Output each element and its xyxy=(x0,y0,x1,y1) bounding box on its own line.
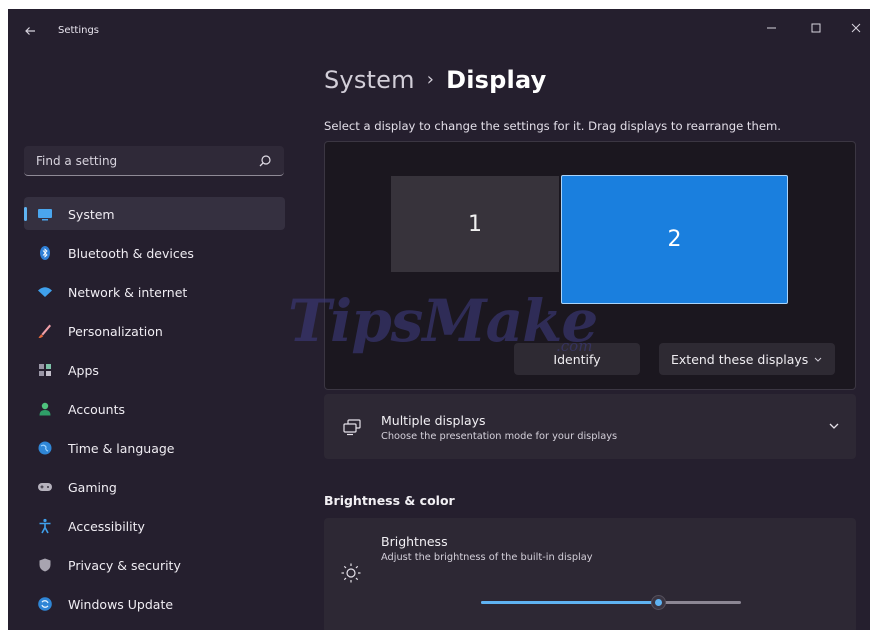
multiple-displays-icon xyxy=(343,419,361,436)
chevron-down-icon[interactable] xyxy=(828,422,840,430)
sidebar-item-label: Gaming xyxy=(68,480,117,495)
section-heading: Brightness & color xyxy=(324,493,455,508)
sidebar-item-label: Bluetooth & devices xyxy=(68,246,194,261)
identify-button[interactable]: Identify xyxy=(514,343,640,375)
chevron-down-icon xyxy=(814,357,822,362)
maximize-icon xyxy=(811,23,821,33)
bluetooth-icon xyxy=(40,246,50,260)
sidebar-item-accounts[interactable]: Accounts xyxy=(24,392,285,425)
brightness-slider[interactable] xyxy=(481,592,741,612)
monitor-2[interactable]: 2 xyxy=(561,175,788,304)
sidebar-item-label: Accounts xyxy=(68,402,125,417)
accessibility-icon xyxy=(39,518,51,534)
accounts-icon xyxy=(39,402,51,416)
sun-icon xyxy=(341,563,361,583)
dropdown-value: Extend these displays xyxy=(671,352,809,367)
selection-indicator xyxy=(24,207,27,221)
page-description: Select a display to change the settings … xyxy=(324,119,781,133)
maximize-button[interactable] xyxy=(804,17,828,39)
sidebar-item-accessibility[interactable]: Accessibility xyxy=(24,509,285,542)
sidebar-item-label: Apps xyxy=(68,363,99,378)
close-button[interactable] xyxy=(844,17,868,39)
back-arrow-icon xyxy=(25,27,35,35)
sidebar-item-bluetooth[interactable]: Bluetooth & devices xyxy=(24,236,285,269)
close-icon xyxy=(851,23,861,33)
sidebar-item-label: System xyxy=(68,207,115,222)
breadcrumb-separator: › xyxy=(426,69,435,90)
gamepad-icon xyxy=(38,483,52,491)
update-icon xyxy=(38,597,52,611)
multiple-displays-card[interactable]: Multiple displays Choose the presentatio… xyxy=(324,394,856,459)
shield-icon xyxy=(39,558,51,572)
sidebar-item-apps[interactable]: Apps xyxy=(24,353,285,386)
slider-thumb-dot xyxy=(654,599,662,606)
search-box[interactable]: Find a setting xyxy=(24,146,284,176)
sidebar-item-label: Time & language xyxy=(68,441,175,456)
sidebar-item-gaming[interactable]: Gaming xyxy=(24,470,285,503)
monitor-1[interactable]: 1 xyxy=(391,176,559,272)
minimize-button[interactable] xyxy=(760,17,784,39)
globe-clock-icon xyxy=(38,441,52,455)
apps-icon xyxy=(39,364,51,376)
brightness-subtitle: Adjust the brightness of the built-in di… xyxy=(381,552,593,563)
brightness-title: Brightness xyxy=(381,534,448,549)
settings-window: Settings Find a setting System Bluetooth… xyxy=(8,9,870,630)
back-button[interactable] xyxy=(22,23,38,39)
minimize-icon xyxy=(767,27,776,29)
sidebar-item-system[interactable]: System xyxy=(24,197,285,230)
wifi-icon xyxy=(38,287,52,297)
display-mode-dropdown[interactable]: Extend these displays xyxy=(659,343,835,375)
brightness-card: Brightness Adjust the brightness of the … xyxy=(324,518,856,630)
sidebar-item-network[interactable]: Network & internet xyxy=(24,275,285,308)
brush-icon xyxy=(38,324,51,339)
slider-fill xyxy=(481,601,658,604)
sidebar-item-privacy-security[interactable]: Privacy & security xyxy=(24,548,285,581)
monitor-label: 1 xyxy=(468,211,482,237)
display-arrangement-panel: 1 2 Identify Extend these displays xyxy=(324,141,856,390)
card-subtitle: Choose the presentation mode for your di… xyxy=(381,431,618,442)
sidebar-item-label: Privacy & security xyxy=(68,558,181,573)
monitor-label: 2 xyxy=(667,227,682,252)
sidebar-item-windows-update[interactable]: Windows Update xyxy=(24,587,285,620)
sidebar-item-label: Windows Update xyxy=(68,597,174,612)
system-icon xyxy=(38,209,52,221)
sidebar-item-label: Accessibility xyxy=(68,519,145,534)
breadcrumb-parent[interactable]: System xyxy=(324,66,415,94)
sidebar-item-personalization[interactable]: Personalization xyxy=(24,314,285,347)
search-input[interactable]: Find a setting xyxy=(36,154,117,168)
search-icon xyxy=(259,155,271,167)
sidebar-item-label: Personalization xyxy=(68,324,163,339)
slider-thumb[interactable] xyxy=(650,595,666,610)
card-title: Multiple displays xyxy=(381,413,486,428)
breadcrumb: System › Display xyxy=(324,66,546,94)
page-title: Display xyxy=(446,66,547,94)
sidebar-item-label: Network & internet xyxy=(68,285,188,300)
app-title: Settings xyxy=(58,25,100,36)
sidebar-item-time-language[interactable]: Time & language xyxy=(24,431,285,464)
